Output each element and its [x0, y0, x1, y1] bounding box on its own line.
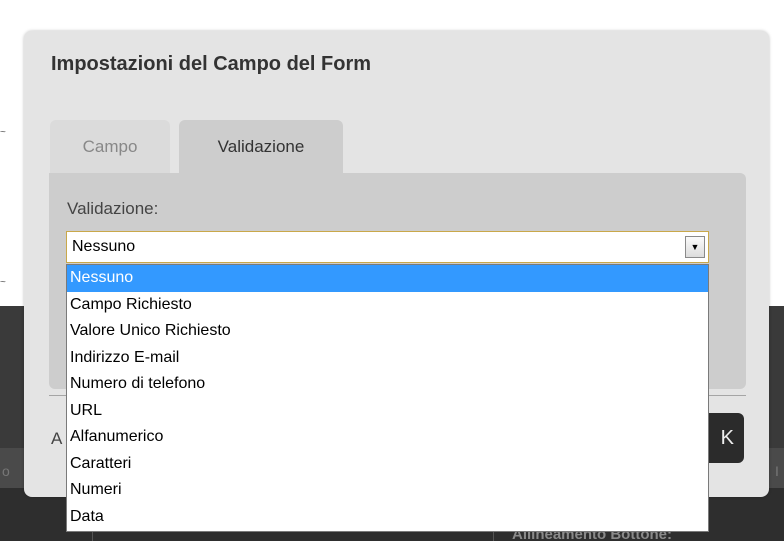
tab-validazione[interactable]: Validazione [179, 120, 343, 174]
tab-campo[interactable]: Campo [50, 120, 170, 174]
validation-dropdown-list: Nessuno Campo Richiesto Valore Unico Ric… [66, 264, 709, 532]
option-alfanumerico[interactable]: Alfanumerico [67, 424, 708, 451]
chevron-down-icon[interactable]: ▼ [685, 236, 705, 258]
decorative-squiggle: ~ [0, 127, 6, 138]
validation-select[interactable]: Nessuno ▼ [66, 231, 709, 263]
option-numeri[interactable]: Numeri [67, 477, 708, 504]
decorative-squiggle: ~ [0, 277, 6, 288]
option-numero-di-telefono[interactable]: Numero di telefono [67, 371, 708, 398]
option-nessuno[interactable]: Nessuno [67, 265, 708, 292]
option-caratteri[interactable]: Caratteri [67, 451, 708, 478]
option-indirizzo-email[interactable]: Indirizzo E-mail [67, 345, 708, 372]
validation-field-label: Validazione: [67, 199, 159, 218]
option-data[interactable]: Data [67, 504, 708, 531]
footer-text: A [51, 429, 63, 448]
option-campo-richiesto[interactable]: Campo Richiesto [67, 292, 708, 319]
select-current-value: Nessuno [72, 238, 136, 255]
option-url[interactable]: URL [67, 398, 708, 425]
background-left-text: o [2, 463, 10, 479]
dialog-title: Impostazioni del Campo del Form [51, 53, 372, 75]
option-valore-unico-richiesto[interactable]: Valore Unico Richiesto [67, 318, 708, 345]
background-right-text: I [775, 463, 779, 479]
